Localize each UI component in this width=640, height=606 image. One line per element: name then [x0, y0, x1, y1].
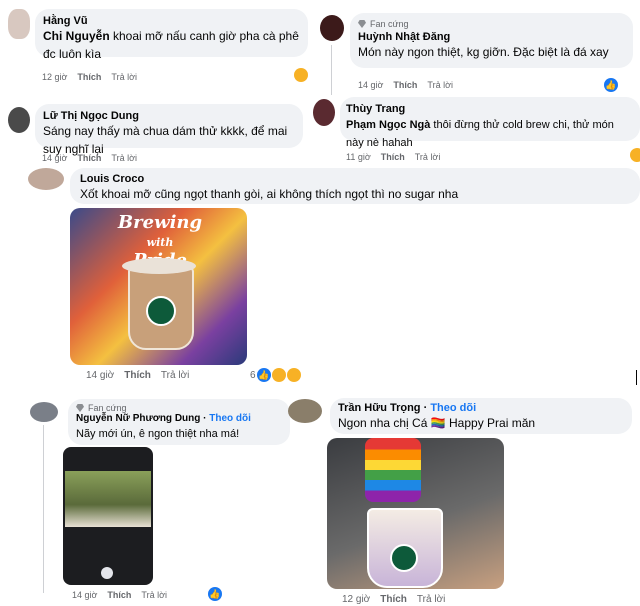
comment-bubble: Hằng Vũ Chi Nguyễn khoai mỡ nấu canh giờ… [35, 9, 308, 61]
gem-icon [358, 20, 366, 28]
comment-actions: 12 giờ Thích Trả lời [342, 594, 445, 605]
like-button[interactable]: Thích [380, 594, 407, 605]
comment-text: Món này ngon thiệt, kg giỡn. Đặc biệt là… [358, 45, 609, 59]
cursor-caret [636, 370, 637, 385]
avatar[interactable] [28, 168, 64, 190]
haha-icon [286, 368, 301, 382]
thread-line [331, 45, 332, 95]
haha-icon [271, 368, 286, 382]
commenter-name[interactable]: Lữ Thị Ngọc Dung [43, 110, 295, 122]
avatar[interactable] [313, 99, 335, 126]
reaction-summary[interactable]: 6 👍 [250, 368, 301, 382]
comment-text: Chi Nguyễn khoai mỡ nấu canh giờ pha cà … [43, 29, 299, 61]
like-icon: 👍 [256, 368, 271, 382]
cup-logo [390, 544, 418, 572]
comment-actions: 14 giờ Thích Trả lời [86, 370, 189, 381]
comment-bubble: Louis Croco Xốt khoai mỡ cũng ngọt thanh… [70, 168, 640, 204]
avatar[interactable] [8, 9, 30, 39]
comment-bubble: Lữ Thị Ngọc Dung Sáng nay thấy mà chua d… [35, 104, 303, 156]
reply-button[interactable]: Trả lời [111, 153, 137, 163]
reply-button[interactable]: Trả lời [415, 152, 441, 162]
follow-button[interactable]: Theo dõi [209, 413, 251, 424]
timestamp[interactable]: 12 giờ [42, 72, 67, 82]
timestamp[interactable]: 14 giờ [42, 153, 67, 163]
like-button[interactable]: Thích [124, 370, 151, 381]
commenter-name[interactable]: Nguyễn Nữ Phương Dung · Theo dõi [76, 413, 282, 424]
comment-actions: 11 giờ Thích Trả lời [346, 152, 440, 162]
reply-button[interactable]: Trả lời [111, 72, 137, 82]
fan-badge: Fan cứng [358, 19, 625, 29]
comment-actions: 14 giờ Thích Trả lời [72, 590, 167, 600]
haha-icon[interactable] [630, 148, 640, 162]
comment-text: Nãy mới ún, ê ngon thiệt nha má! [76, 428, 240, 440]
reaction-count: 6 [250, 369, 256, 381]
mention[interactable]: Phạm Ngọc Ngà [346, 119, 430, 131]
cup-logo [146, 296, 176, 326]
timestamp[interactable]: 11 giờ [346, 152, 371, 162]
fan-badge: Fan cứng [76, 403, 282, 413]
comment-bubble: Thùy Trang Phạm Ngọc Ngà thôi đừng thử c… [340, 97, 640, 149]
comment-bubble: Fan cứng Huỳnh Nhật Đăng Món này ngon th… [350, 13, 633, 68]
haha-icon[interactable] [294, 68, 308, 82]
avatar[interactable] [8, 107, 30, 133]
phone-capture-button [101, 567, 113, 579]
like-button[interactable]: Thích [381, 152, 405, 162]
commenter-name[interactable]: Trần Hữu Trọng · Theo dõi [338, 402, 624, 414]
like-button[interactable]: Thích [77, 153, 101, 163]
comment-text: Xốt khoai mỡ cũng ngọt thanh gòi, ai khô… [80, 187, 459, 201]
like-button[interactable]: Thích [393, 80, 417, 90]
attached-photo[interactable] [63, 447, 153, 585]
reply-button[interactable]: Trả lời [417, 594, 445, 605]
drink-lid [122, 258, 196, 274]
comment-text: Ngon nha chị Cá 🏳️‍🌈 Happy Prai măn [338, 416, 536, 430]
phone-screen-photo [65, 471, 151, 527]
mention[interactable]: Chi Nguyễn [43, 29, 110, 43]
timestamp[interactable]: 14 giờ [358, 80, 383, 90]
reply-button[interactable]: Trả lời [427, 80, 453, 90]
like-button[interactable]: Thích [77, 72, 101, 82]
follow-button[interactable]: Theo dõi [430, 402, 476, 414]
timestamp[interactable]: 14 giờ [86, 370, 114, 381]
timestamp[interactable]: 14 giờ [72, 590, 97, 600]
comment-actions: 12 giờ Thích Trả lời [42, 72, 137, 82]
like-button[interactable]: Thích [107, 590, 131, 600]
commenter-name[interactable]: Hằng Vũ [43, 15, 300, 27]
commenter-name[interactable]: Huỳnh Nhật Đăng [358, 31, 625, 43]
avatar[interactable] [288, 399, 322, 423]
gem-icon [76, 404, 84, 412]
comment-text: Sáng nay thấy mà chua dám thử kkkk, để m… [43, 124, 288, 156]
attached-photo[interactable]: BrewingwithPride [70, 208, 247, 365]
commenter-name[interactable]: Louis Croco [80, 173, 630, 185]
thread-line [43, 425, 44, 593]
reply-button[interactable]: Trả lời [141, 590, 167, 600]
avatar[interactable] [30, 402, 58, 422]
comment-text: Phạm Ngọc Ngà thôi đừng thử cold brew ch… [346, 119, 614, 149]
reply-button[interactable]: Trả lời [161, 370, 189, 381]
comment-bubble: Fan cứng Nguyễn Nữ Phương Dung · Theo dõ… [68, 399, 290, 445]
avatar[interactable] [320, 15, 344, 41]
like-icon[interactable]: 👍 [208, 587, 222, 601]
comment-actions: 14 giờ Thích Trả lời [42, 153, 137, 163]
like-icon[interactable]: 👍 [604, 78, 618, 92]
comment-actions: 14 giờ Thích Trả lời [358, 80, 453, 90]
commenter-name[interactable]: Thùy Trang [346, 103, 634, 115]
timestamp[interactable]: 12 giờ [342, 594, 370, 605]
attached-photo[interactable] [327, 438, 504, 589]
rainbow-topper [365, 438, 421, 502]
comment-bubble: Trần Hữu Trọng · Theo dõi Ngon nha chị C… [330, 398, 632, 434]
